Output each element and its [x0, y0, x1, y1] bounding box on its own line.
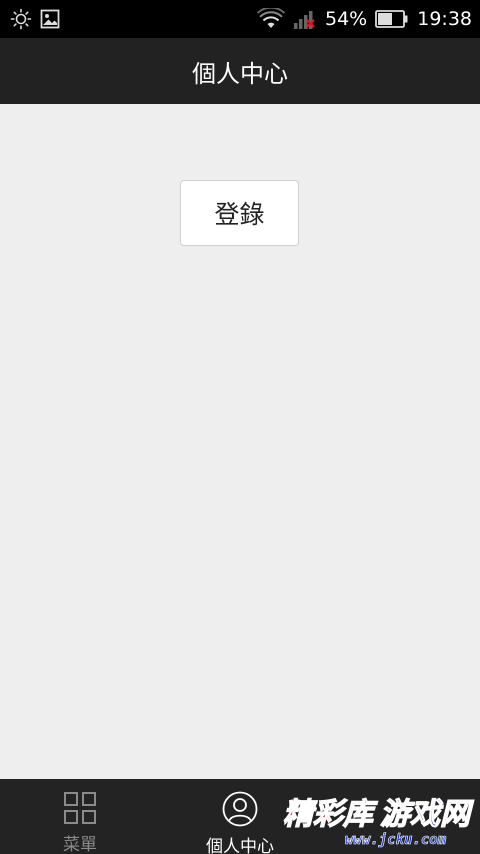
grid-icon [63, 791, 97, 829]
status-right-icons: 54% 19:38 [257, 8, 472, 30]
svg-text:www.jcku.com: www.jcku.com [345, 832, 447, 848]
clock: 19:38 [417, 8, 472, 30]
battery-percent: 54% [325, 8, 368, 30]
tab-personal-center-label: 個人中心 [206, 837, 274, 854]
svg-text:精彩库: 精彩库 [283, 797, 378, 832]
image-icon [40, 9, 60, 29]
tab-menu[interactable]: 菜單 [0, 779, 160, 854]
wifi-icon [257, 8, 285, 30]
user-icon [222, 791, 258, 831]
page-title: 個人中心 [192, 59, 288, 88]
watermark-logo: 精彩库 游戏网 www.jcku.com [282, 790, 478, 854]
tab-menu-label: 菜單 [63, 835, 97, 854]
status-left-icons [10, 8, 60, 30]
brightness-icon [10, 8, 32, 30]
svg-text:游戏网: 游戏网 [380, 797, 474, 832]
signal-no-sim-icon [293, 8, 317, 30]
status-bar: 54% 19:38 [0, 0, 480, 38]
login-button[interactable]: 登錄 [180, 180, 299, 246]
battery-icon [375, 9, 409, 29]
app-header: 個人中心 [0, 38, 480, 104]
main-content: 登錄 [0, 104, 480, 779]
